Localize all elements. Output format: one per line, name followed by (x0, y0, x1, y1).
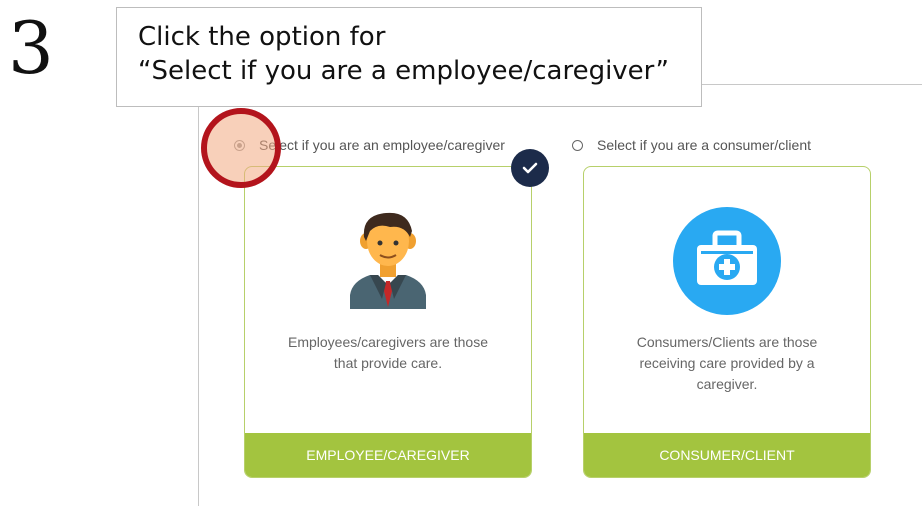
employee-caregiver-card[interactable]: Employees/caregivers are those that prov… (244, 166, 532, 478)
instruction-callout: Click the option for “Select if you are … (116, 7, 702, 107)
employee-person-icon (346, 207, 430, 314)
highlight-circle-annotation (201, 108, 281, 188)
callout-line-2: “Select if you are a employee/caregiver” (138, 56, 669, 86)
radio-label-consumer: Select if you are a consumer/client (597, 137, 811, 153)
callout-line-1: Click the option for (138, 22, 386, 52)
consumer-description: Consumers/Clients are those receiving ca… (604, 332, 850, 395)
consumer-client-button[interactable]: CONSUMER/CLIENT (584, 433, 870, 477)
selected-checkmark-icon (511, 149, 549, 187)
consumer-description-line-1: Consumers/Clients are those (636, 334, 818, 350)
radio-label-employee: Select if you are an employee/caregiver (259, 137, 505, 153)
radio-option-consumer[interactable]: Select if you are a consumer/client (572, 136, 811, 154)
step-number: 3 (8, 6, 54, 90)
employee-description-line-1: Employees/caregivers are those (288, 334, 488, 350)
employee-caregiver-button[interactable]: EMPLOYEE/CAREGIVER (245, 433, 531, 477)
employee-description: Employees/caregivers are those that prov… (265, 332, 511, 374)
consumer-client-card[interactable]: Consumers/Clients are those receiving ca… (583, 166, 871, 478)
consumer-description-line-2: receiving care provided by a (639, 355, 815, 371)
employee-description-line-2: that provide care. (333, 355, 443, 371)
medical-kit-icon (673, 207, 781, 320)
radio-button-consumer[interactable] (572, 139, 583, 151)
consumer-description-line-3: caregiver. (696, 376, 758, 392)
